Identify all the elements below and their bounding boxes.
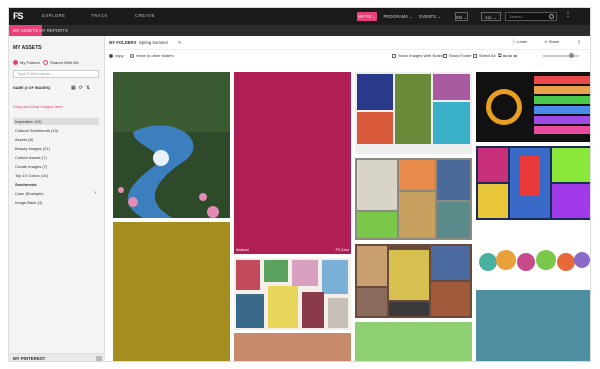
folder-item[interactable]: Sentiments (13, 181, 99, 188)
sidebar: MY ASSETS My Folders Shared With Me Type… (9, 36, 105, 361)
events-menu[interactable]: EVENTS ⌄ (419, 12, 441, 21)
folder-item[interactable]: Create Images (7) (13, 163, 99, 170)
zoom-slider[interactable] (543, 53, 579, 58)
edit-icon[interactable]: ✎ (178, 40, 182, 45)
folder-name-input[interactable]: Type Folder Name... (13, 70, 99, 78)
show-footer-checkbox[interactable]: Show Footer (443, 53, 472, 58)
folder-item[interactable]: Assets (8) (13, 136, 99, 143)
sub-nav: MY ASSETS MY REPORTS (9, 25, 590, 36)
content-header: MY FOLDERS Spring Summer ✎ ⓘ Learn ⋖ Sha… (105, 36, 590, 50)
eclipse-stripes-image[interactable] (476, 72, 591, 142)
nav-explore[interactable]: EXPLORE (42, 13, 66, 18)
more-icon[interactable]: ⋮ (565, 11, 571, 18)
ochre-swatch[interactable] (113, 222, 230, 361)
move-option[interactable]: move to other folders (130, 53, 174, 58)
select-all-checkbox[interactable]: Select All (473, 53, 495, 58)
brand-logo[interactable]: FS (13, 10, 27, 23)
green-swatch[interactable] (355, 322, 472, 361)
folder-item[interactable]: Cultural Sentiments (19) (13, 127, 99, 134)
layout-icons[interactable]: ⧉ ▭ ▭ ▭ (498, 53, 517, 59)
search-icon[interactable] (549, 14, 554, 19)
breadcrumb-folder: Spring Summer (139, 40, 169, 45)
programs-menu[interactable]: PROGRAMS ⌄ (383, 12, 413, 21)
vintage-collage-image[interactable] (355, 244, 472, 318)
folder-item[interactable]: Culture Assets (7) (13, 154, 99, 161)
magenta-swatch[interactable]: Seafood FS Color (234, 72, 351, 254)
show-notes-checkbox[interactable]: Show Images With Notes (392, 53, 443, 58)
knitwear-image[interactable] (476, 224, 591, 286)
learn-button[interactable]: ⓘ Learn (512, 39, 527, 45)
search-input[interactable]: Search... (505, 12, 557, 21)
breadcrumb-my-folders[interactable]: MY FOLDERS (109, 40, 136, 45)
tab-my-reports[interactable]: MY REPORTS (35, 25, 72, 36)
radio-my-folders[interactable]: My Folders (13, 60, 40, 66)
drag-drop-hint: Drag and Drop Images here (13, 104, 63, 109)
moodboard-image[interactable] (355, 72, 472, 154)
landscape-image[interactable] (113, 72, 230, 218)
sidebar-title: MY ASSETS (13, 45, 42, 51)
expand-icon[interactable] (96, 356, 102, 361)
nav-create[interactable]: CREATE (135, 13, 155, 18)
fashion-collage[interactable] (234, 258, 351, 330)
folder-item[interactable]: Top 10 Colors (16) (13, 172, 99, 179)
my-fs-button[interactable]: MY FS ⌄ (357, 12, 377, 21)
folder-item[interactable]: Inspiration (10) (13, 118, 99, 125)
language-select[interactable]: EN ⌄ (455, 12, 468, 21)
share-button[interactable]: ⋖ Share (544, 39, 559, 44)
swatch-name: Seafood (236, 248, 249, 252)
chevron-right-icon[interactable]: › (94, 190, 96, 197)
copy-option[interactable]: copy (109, 53, 123, 58)
toolbar: copy move to other folders Show Images W… (105, 50, 590, 62)
fabric-swatches-image[interactable] (355, 158, 472, 240)
search-scope-select[interactable]: ALL ⌄ (481, 12, 501, 21)
folder-item[interactable]: Beauty Images (21) (13, 145, 99, 152)
teal-swatch[interactable] (476, 290, 590, 361)
sidebar-tool-icons[interactable]: ▦⟳⇅ (71, 85, 93, 91)
folder-item[interactable]: Case (Example) › (13, 190, 99, 197)
pinterest-section[interactable]: MY PINTEREST (9, 353, 105, 361)
nav-track[interactable]: TRACK (91, 13, 108, 18)
swatch-code: FS Color (335, 248, 349, 252)
radio-shared-with-me[interactable]: Shared With Me (43, 60, 79, 66)
folder-item[interactable]: Image Bank (4) (13, 199, 99, 206)
sort-label[interactable]: NAME (# OF IMAGES) (13, 86, 50, 90)
app-frame: FS EXPLORE TRACK CREATE MY FS ⌄ PROGRAMS… (8, 7, 591, 362)
top-nav: FS EXPLORE TRACK CREATE MY FS ⌄ PROGRAMS… (9, 8, 590, 25)
bright-fashion-image[interactable] (476, 146, 591, 220)
panel-icon[interactable]: ▯ (578, 39, 580, 44)
slider-handle[interactable] (569, 53, 574, 58)
skin-texture-image[interactable] (234, 333, 351, 361)
